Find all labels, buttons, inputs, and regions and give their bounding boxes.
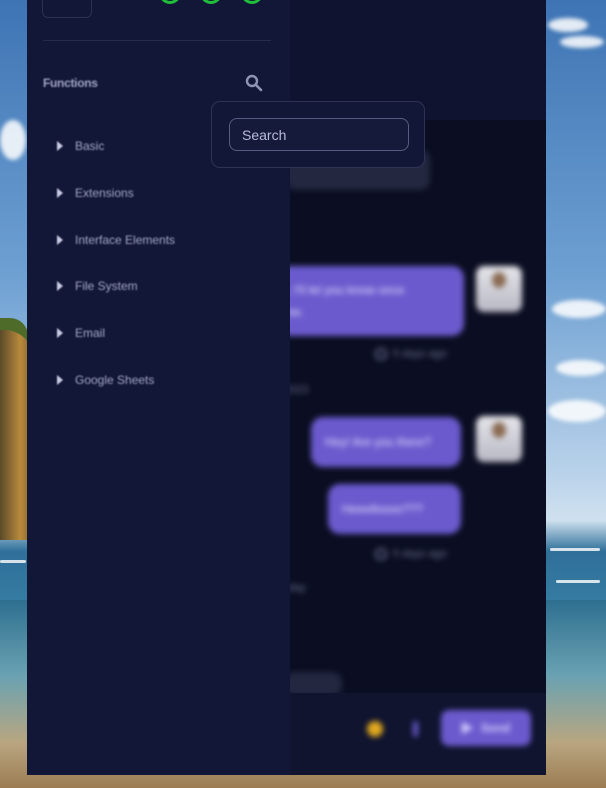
emoji-icon[interactable] xyxy=(367,721,383,737)
function-category-email[interactable]: Email xyxy=(57,323,105,343)
logo xyxy=(42,0,92,18)
send-button[interactable]: Send xyxy=(441,710,531,746)
clock-icon xyxy=(375,348,387,361)
function-category-interface-elements[interactable]: Interface Elements xyxy=(57,230,175,250)
function-category-label: Email xyxy=(75,326,106,340)
message-text: ne. I'll let you know once xyxy=(274,283,405,297)
status-indicator xyxy=(159,0,181,4)
function-category-label: File System xyxy=(75,279,138,293)
function-category-label: Basic xyxy=(75,139,105,153)
function-category-file-system[interactable]: File System xyxy=(57,276,138,296)
chevron-right-icon xyxy=(57,188,63,198)
message-timestamp: 5 days ago xyxy=(375,548,447,561)
status-indicator xyxy=(241,0,263,4)
avatar[interactable] xyxy=(476,266,522,312)
function-category-basic[interactable]: Basic xyxy=(57,136,104,156)
functions-section-title: Functions xyxy=(43,76,98,90)
message-timestamp: 5 days ago xyxy=(375,348,447,361)
message-text: Hey! Are you there? xyxy=(325,435,432,449)
clock-icon xyxy=(375,548,387,561)
message-bubble-outgoing: Hey! Are you there? xyxy=(311,417,461,467)
message-bubble-outgoing: ne. I'll let you know once done. xyxy=(260,266,464,336)
function-category-label: Google Sheets xyxy=(75,373,155,387)
function-category-label: Interface Elements xyxy=(75,233,176,247)
function-category-label: Extensions xyxy=(75,186,134,200)
send-icon xyxy=(461,722,473,734)
send-button-label: Send xyxy=(480,721,511,735)
chevron-right-icon xyxy=(57,141,63,151)
function-category-extensions[interactable]: Extensions xyxy=(57,183,134,203)
date-separator: day xyxy=(288,582,306,594)
message-text: Heeelloooo??? xyxy=(342,502,423,516)
search-input[interactable] xyxy=(229,118,409,151)
avatar[interactable] xyxy=(476,416,522,462)
chevron-right-icon xyxy=(57,375,63,385)
chevron-right-icon xyxy=(57,328,63,338)
divider xyxy=(43,40,271,41)
attach-icon[interactable] xyxy=(413,721,418,737)
search-popover xyxy=(211,101,425,168)
chevron-right-icon xyxy=(57,235,63,245)
chat-area: ne. I'll let you know once done. 5 days … xyxy=(260,120,546,775)
message-text: done. xyxy=(274,301,450,323)
search-icon[interactable] xyxy=(245,74,263,92)
message-bubble-outgoing: Heeelloooo??? xyxy=(328,484,461,534)
status-indicator xyxy=(200,0,222,4)
chevron-right-icon xyxy=(57,281,63,291)
function-category-google-sheets[interactable]: Google Sheets xyxy=(57,370,154,390)
